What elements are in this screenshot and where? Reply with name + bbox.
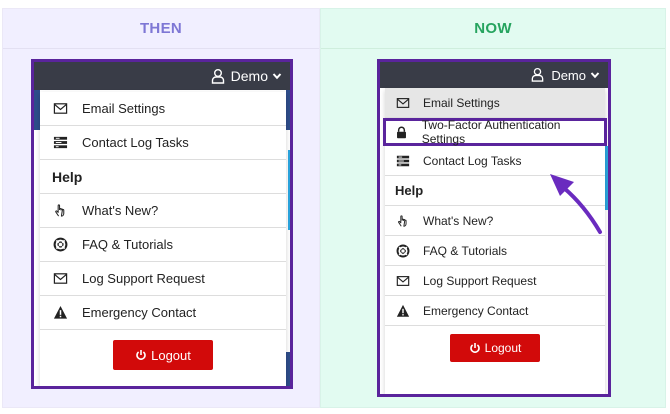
pointer-hand-icon [52,203,68,219]
user-icon [210,68,226,84]
warning-icon [52,305,68,321]
tasks-icon [395,153,411,169]
arrow-pointer-icon [550,174,602,234]
then-heading: THEN [3,9,319,49]
chevron-down-icon[interactable] [272,71,282,81]
menu-item-label: FAQ & Tutorials [423,243,508,258]
chevron-down-icon[interactable] [590,70,600,80]
menu-item-label: Email Settings [82,101,166,116]
then-panel: THEN Demo Email Settings Contact Log Tas… [2,8,320,408]
menu-item-two-factor-settings[interactable]: Two-Factor Authentication Settings [383,118,607,146]
lifebuoy-icon [52,237,68,253]
power-icon [135,349,147,361]
envelope-icon [52,271,68,287]
menu-item-label: Email Settings [423,95,500,110]
menu-item-label: FAQ & Tutorials [82,237,174,252]
user-dropdown-menu: Email Settings Contact Log Tasks Help Wh… [40,92,286,386]
envelope-icon [395,273,411,289]
menu-item-log-support-request[interactable]: Log Support Request [40,262,286,296]
pointer-hand-icon [395,213,411,229]
then-screenshot-frame: Demo Email Settings Contact Log Tasks He… [31,59,293,389]
user-dropdown-menu: Email Settings Two-Factor Authentication… [383,88,607,394]
menu-section-help: Help [40,160,286,194]
menu-item-label: What's New? [82,203,159,218]
section-heading: Help [52,168,83,185]
logout-button[interactable]: Logout [450,334,540,362]
menu-item-faq-tutorials[interactable]: FAQ & Tutorials [40,228,286,262]
lock-icon [394,124,410,140]
section-heading: Help [395,183,424,198]
menu-item-label: Contact Log Tasks [423,153,522,168]
menu-item-contact-log-tasks[interactable]: Contact Log Tasks [40,126,286,160]
logout-button[interactable]: Logout [113,340,213,370]
menu-item-faq-tutorials[interactable]: FAQ & Tutorials [385,236,605,266]
user-icon [530,67,546,83]
power-icon [469,342,481,354]
menu-item-email-settings[interactable]: Email Settings [40,92,286,126]
envelope-icon [52,101,68,117]
logout-area: Logout [385,326,605,370]
tasks-icon [52,135,68,151]
top-bar: Demo [380,62,608,88]
logout-label: Logout [151,347,191,363]
envelope-icon [395,95,411,111]
menu-item-emergency-contact[interactable]: Emergency Contact [40,296,286,330]
menu-item-label: Emergency Contact [82,305,197,320]
background-strip [286,90,290,130]
menu-item-label: Emergency Contact [423,303,529,318]
background-strip [286,352,290,386]
menu-item-email-settings[interactable]: Email Settings [385,88,605,118]
menu-item-log-support-request[interactable]: Log Support Request [385,266,605,296]
top-bar: Demo [34,62,290,90]
user-menu-label[interactable]: Demo [231,68,268,84]
menu-item-label: Two-Factor Authentication Settings [421,118,561,146]
now-heading: NOW [321,9,665,49]
menu-item-label: Log Support Request [82,271,205,286]
lifebuoy-icon [395,243,411,259]
menu-item-whats-new[interactable]: What's New? [40,194,286,228]
now-panel: NOW Demo Email Settings Two-Factor Authe… [320,8,666,408]
logout-label: Logout [484,341,522,355]
warning-icon [395,303,411,319]
logout-area: Logout [40,330,286,380]
user-menu-label[interactable]: Demo [551,68,586,83]
menu-item-label: Log Support Request [423,273,537,288]
menu-item-label: What's New? [423,213,494,228]
menu-item-label: Contact Log Tasks [82,135,189,150]
menu-item-emergency-contact[interactable]: Emergency Contact [385,296,605,326]
scrollbar-thumb[interactable] [288,150,290,230]
